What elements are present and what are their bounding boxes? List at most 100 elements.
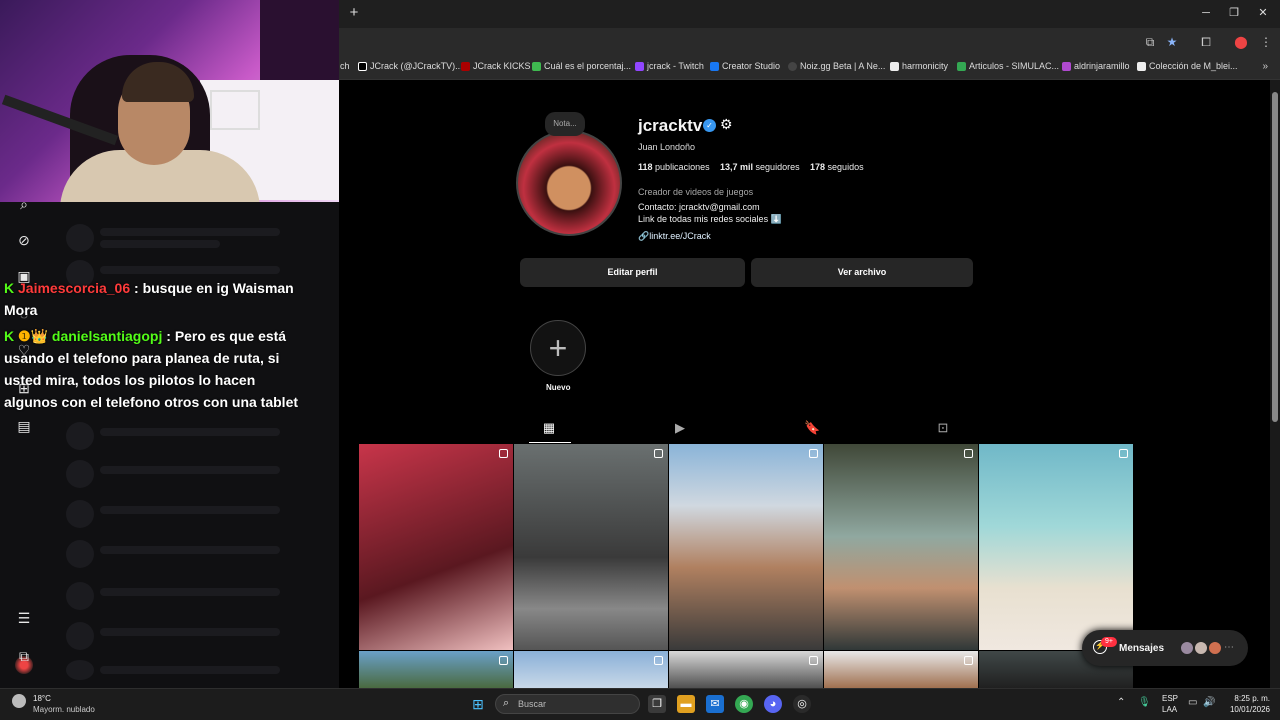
bookmark-item[interactable]: JCrack KICKS [461, 61, 531, 71]
tagged-tab-icon[interactable]: ⊡ [935, 420, 951, 436]
search-placeholder[interactable]: Buscar [518, 699, 546, 709]
edit-profile-button[interactable]: Editar perfil [520, 258, 745, 287]
close-icon[interactable]: ✕ [1253, 5, 1273, 21]
discord-icon[interactable]: ◕ [764, 695, 782, 713]
volume-icon[interactable]: 🔊 [1203, 697, 1215, 708]
bookmark-item[interactable]: Noiz.gg Beta | A Ne... [788, 61, 885, 71]
carousel-icon [654, 449, 663, 458]
page-icon [1137, 61, 1146, 71]
chrome-icon[interactable]: ◉ [735, 695, 753, 713]
posts-grid-tab-icon[interactable]: ▦ [541, 420, 557, 436]
webcam-overlay [0, 0, 339, 202]
skeleton [66, 582, 94, 610]
restore-icon[interactable]: ❐ [1224, 5, 1244, 21]
network-icon[interactable]: ▭ [1188, 697, 1197, 708]
chat-text: Mora [4, 302, 38, 318]
minimize-icon[interactable]: ─ [1196, 5, 1216, 21]
note-bubble[interactable]: Nota... [545, 112, 585, 136]
bookmark-item[interactable]: Articulos - SIMULAC... [957, 61, 1059, 71]
obs-icon[interactable]: ◎ [793, 695, 811, 713]
weather-desc[interactable]: Mayorm. nublado [33, 705, 95, 714]
skeleton [100, 228, 280, 236]
grid-post[interactable] [669, 651, 823, 688]
language-indicator[interactable]: ESP [1162, 694, 1178, 703]
skeleton [100, 666, 280, 674]
menu-kebab-icon[interactable]: ⋮ [1258, 34, 1274, 50]
weather-temp[interactable]: 18°C [33, 694, 51, 703]
skeleton [100, 506, 280, 514]
skeleton [100, 588, 280, 596]
chat-text: usted mira, todos los pilotos lo hacen [4, 372, 256, 388]
dashboard-icon[interactable]: ▤ [14, 416, 34, 436]
clock-date[interactable]: 10/01/2026 [1225, 705, 1270, 714]
bookmark-item[interactable]: Creator Studio [710, 61, 780, 71]
grid-post[interactable] [514, 444, 668, 650]
file-explorer-icon[interactable]: ▬ [677, 695, 695, 713]
message-avatar [1180, 641, 1194, 655]
profile-category: Creador de videos de juegos [638, 187, 754, 197]
kick-badge-icon: K [4, 280, 15, 296]
bookmark-item[interactable]: jcrack - Twitch [635, 61, 704, 71]
followers-stat[interactable]: 13,7 mil seguidores [720, 162, 800, 172]
bookmark-item[interactable]: Cuál es el porcentaj... [532, 61, 631, 71]
clock-time[interactable]: 8:25 p. m. [1230, 694, 1270, 703]
profile-avatar[interactable] [516, 130, 622, 236]
messages-label: Mensajes [1119, 643, 1165, 654]
keyboard-layout[interactable]: LAA [1162, 705, 1177, 714]
search-icon: ⌕ [503, 697, 510, 709]
carousel-icon [1119, 449, 1128, 458]
saved-tab-icon[interactable]: 🔖 [804, 420, 820, 436]
grid-post[interactable] [359, 651, 513, 688]
reels-tab-icon[interactable]: ▶ [672, 420, 688, 436]
mic-icon[interactable]: 🎙 [1138, 697, 1151, 708]
hamburger-menu-icon[interactable]: ☰ [14, 608, 34, 628]
new-highlight-button[interactable]: + [530, 320, 586, 376]
chat-colon: : [166, 328, 171, 344]
carousel-icon [809, 656, 818, 665]
profile-username: jcracktv [638, 116, 703, 135]
tray-chevron-icon[interactable]: ⌃ [1117, 697, 1125, 708]
grid-post[interactable] [669, 444, 823, 650]
grid-post[interactable] [824, 444, 978, 650]
bookmark-item[interactable]: aldrinjaramillo [1062, 61, 1130, 71]
new-tab-button[interactable]: + [346, 5, 362, 21]
task-view-icon[interactable]: ❐ [648, 695, 666, 713]
settings-icon[interactable]: ⚙ [720, 117, 735, 132]
more-icon: ⋯ [1224, 642, 1234, 653]
grid-post[interactable] [824, 651, 978, 688]
bookmark-item[interactable]: harmonicity [890, 61, 948, 71]
windows-start-icon[interactable]: ⊞ [470, 696, 486, 712]
explore-icon[interactable]: ⊘ [14, 230, 34, 250]
view-archive-button[interactable]: Ver archivo [751, 258, 973, 287]
verified-badge-icon: ✓ [703, 119, 716, 132]
weather-cloud-icon[interactable] [12, 694, 26, 708]
grid-post[interactable] [514, 651, 668, 688]
more-bookmarks-icon[interactable]: » [1262, 61, 1268, 72]
bookmark-star-icon[interactable]: ★ [1164, 34, 1180, 50]
install-icon[interactable]: ⧉ [1142, 34, 1158, 50]
facebook-icon [710, 61, 719, 71]
bookmark-item[interactable]: Colección de M_blei... [1137, 61, 1238, 71]
taskbar-search[interactable] [495, 694, 640, 714]
grid-post[interactable] [979, 444, 1133, 650]
skeleton [100, 628, 280, 636]
carousel-icon [499, 656, 508, 665]
taskbar [0, 688, 1280, 720]
profile-link[interactable]: 🔗linktr.ee/JCrack [638, 231, 711, 242]
scrollbar-thumb[interactable] [1272, 92, 1278, 422]
search-icon[interactable]: ⌕ [14, 194, 34, 214]
mail-icon[interactable]: ✉ [706, 695, 724, 713]
grid-post[interactable] [359, 444, 513, 650]
extensions-icon[interactable]: ⧠ [1198, 34, 1214, 50]
message-avatar [1208, 641, 1222, 655]
bookmark-item[interactable]: JCrack (@JCrackTV)... [358, 61, 463, 71]
skeleton [66, 460, 94, 488]
drive-icon [957, 61, 966, 71]
apps-icon[interactable]: ⧉ [14, 646, 34, 666]
following-stat[interactable]: 178 seguidos [810, 162, 864, 172]
profile-icon[interactable]: ⬤ [1233, 34, 1249, 50]
chat-text: algunos con el telefono otros con una ta… [4, 394, 299, 410]
kick-badge-icon: K [4, 328, 15, 344]
aldrin-icon [1062, 61, 1071, 71]
bookmark-item[interactable]: ch [340, 61, 350, 71]
